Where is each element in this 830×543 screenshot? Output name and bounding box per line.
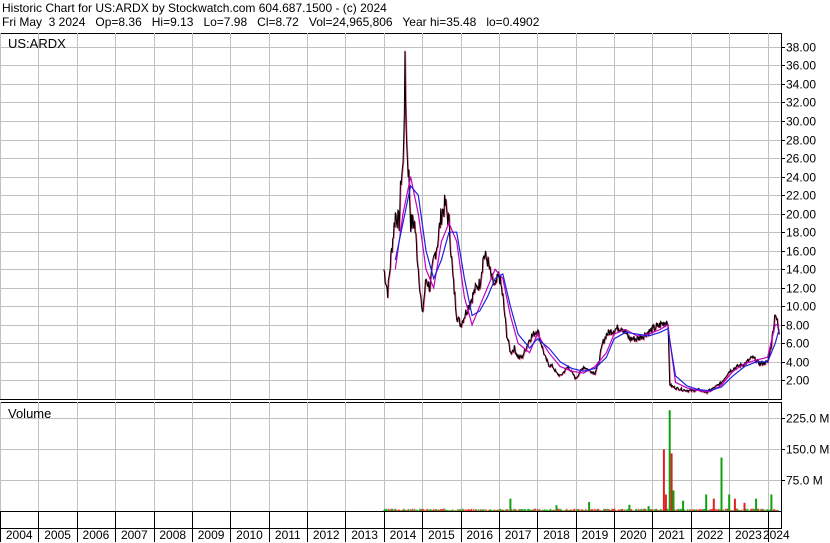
price-tick-label: 6.00 (786, 337, 810, 351)
volume-spike (743, 502, 746, 511)
volume-spike (588, 502, 591, 511)
price-tick-label: 2.00 (786, 374, 810, 388)
x-tick-label: 2019 (582, 528, 609, 542)
price-tick-label: 26.00 (786, 152, 816, 166)
x-tick-label: 2009 (198, 528, 225, 542)
volume-spike (647, 506, 650, 511)
volume-spike (682, 500, 685, 511)
x-tick-label: 2018 (543, 528, 570, 542)
price-tick-label: 34.00 (786, 78, 816, 92)
x-tick-label: 2021 (658, 528, 685, 542)
volume-spike (733, 498, 736, 511)
price-tick-label: 18.00 (786, 226, 816, 240)
price-tick-label: 20.00 (786, 208, 816, 222)
price-tick-label: 4.00 (786, 356, 810, 370)
volume-spike (728, 494, 731, 511)
price-tick-label: 24.00 (786, 171, 816, 185)
price-tick-label: 8.00 (786, 319, 810, 333)
volume-tick-label: 75.0 M (786, 474, 823, 488)
volume-spike (672, 490, 675, 511)
volume-spike (628, 504, 631, 511)
volume-panel: 75.0 M 150.0 M 225.0 M Volume (0, 402, 829, 512)
x-tick-label: 2010 (236, 528, 263, 542)
volume-spike (770, 494, 773, 511)
x-tick-label: 2008 (159, 528, 186, 542)
price-panel-frame (0, 33, 782, 400)
price-tick-label: 32.00 (786, 96, 816, 110)
volume-label: Volume (8, 406, 51, 421)
x-axis: 2004 2005 2006 2007 2008 2009 2010 2011 2012 2013… (0, 511, 790, 542)
volume-spike (712, 498, 715, 511)
x-tick-label: 2023 (735, 528, 762, 542)
x-tick-label: 2007 (121, 528, 148, 542)
price-tick-label: 38.00 (786, 41, 816, 55)
volume-spike (755, 498, 758, 511)
x-tick-label: 2016 (466, 528, 493, 542)
price-tick-label: 10.00 (786, 300, 816, 314)
x-tick-label: 2004 (6, 528, 33, 542)
volume-spike (664, 494, 667, 511)
volume-spike (705, 494, 708, 511)
x-tick-label: 2005 (44, 528, 71, 542)
x-tick-label: 2006 (83, 528, 110, 542)
price-panel: 2.00 4.00 6.00 8.00 10.00 12.00 14.00 16.00 18.0… (0, 33, 816, 400)
price-tick-label: 16.00 (786, 245, 816, 259)
x-tick-label: 2011 (275, 528, 301, 542)
volume-spike (668, 410, 671, 511)
symbol-label: US:ARDX (8, 36, 66, 51)
price-tick-label: 22.00 (786, 189, 816, 203)
x-tick-label: 2020 (620, 528, 647, 542)
x-tick-label: 2013 (351, 528, 378, 542)
stock-chart: 2.00 4.00 6.00 8.00 10.00 12.00 14.00 16.00 18.0… (0, 33, 829, 542)
volume-spike (509, 498, 512, 511)
volume-spike (720, 457, 723, 511)
price-tick-label: 36.00 (786, 59, 816, 73)
x-tick-label: 2015 (428, 528, 455, 542)
x-tick-label: 2012 (313, 528, 340, 542)
volume-spike (662, 449, 665, 511)
x-tick-label: 2014 (390, 528, 417, 542)
x-axis-band (0, 511, 782, 529)
price-tick-label: 12.00 (786, 282, 816, 296)
price-tick-label: 28.00 (786, 134, 816, 148)
volume-spike (555, 505, 558, 511)
x-tick-label: 2017 (505, 528, 532, 542)
price-tick-label: 14.00 (786, 263, 816, 277)
x-tick-label: 2024 (763, 528, 790, 542)
volume-spike (670, 453, 673, 511)
volume-tick-label: 150.0 M (786, 443, 829, 457)
x-tick-label: 2022 (697, 528, 724, 542)
volume-tick-label: 225.0 M (786, 412, 829, 426)
price-tick-label: 30.00 (786, 115, 816, 129)
